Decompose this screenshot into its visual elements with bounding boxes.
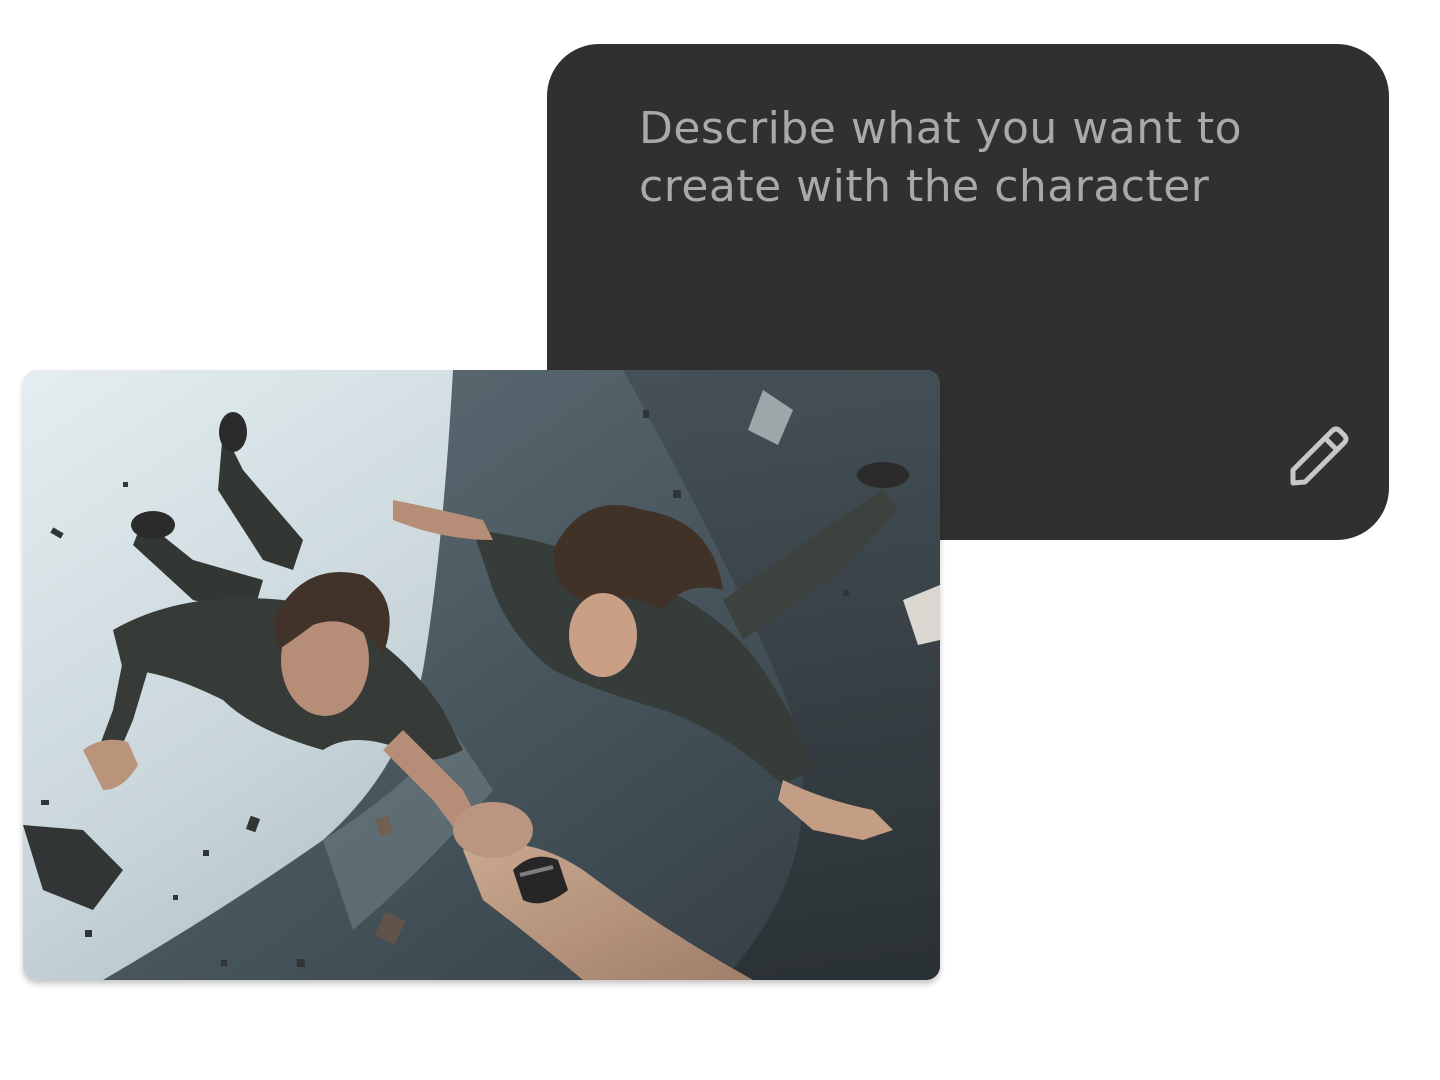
pencil-icon [1290, 426, 1349, 486]
falling-people-photo [23, 370, 940, 980]
stage: Describe what you want to create with th… [0, 0, 1440, 1080]
edit-button[interactable] [1277, 414, 1361, 498]
prompt-placeholder[interactable]: Describe what you want to create with th… [639, 100, 1279, 216]
generated-image[interactable] [23, 370, 940, 980]
